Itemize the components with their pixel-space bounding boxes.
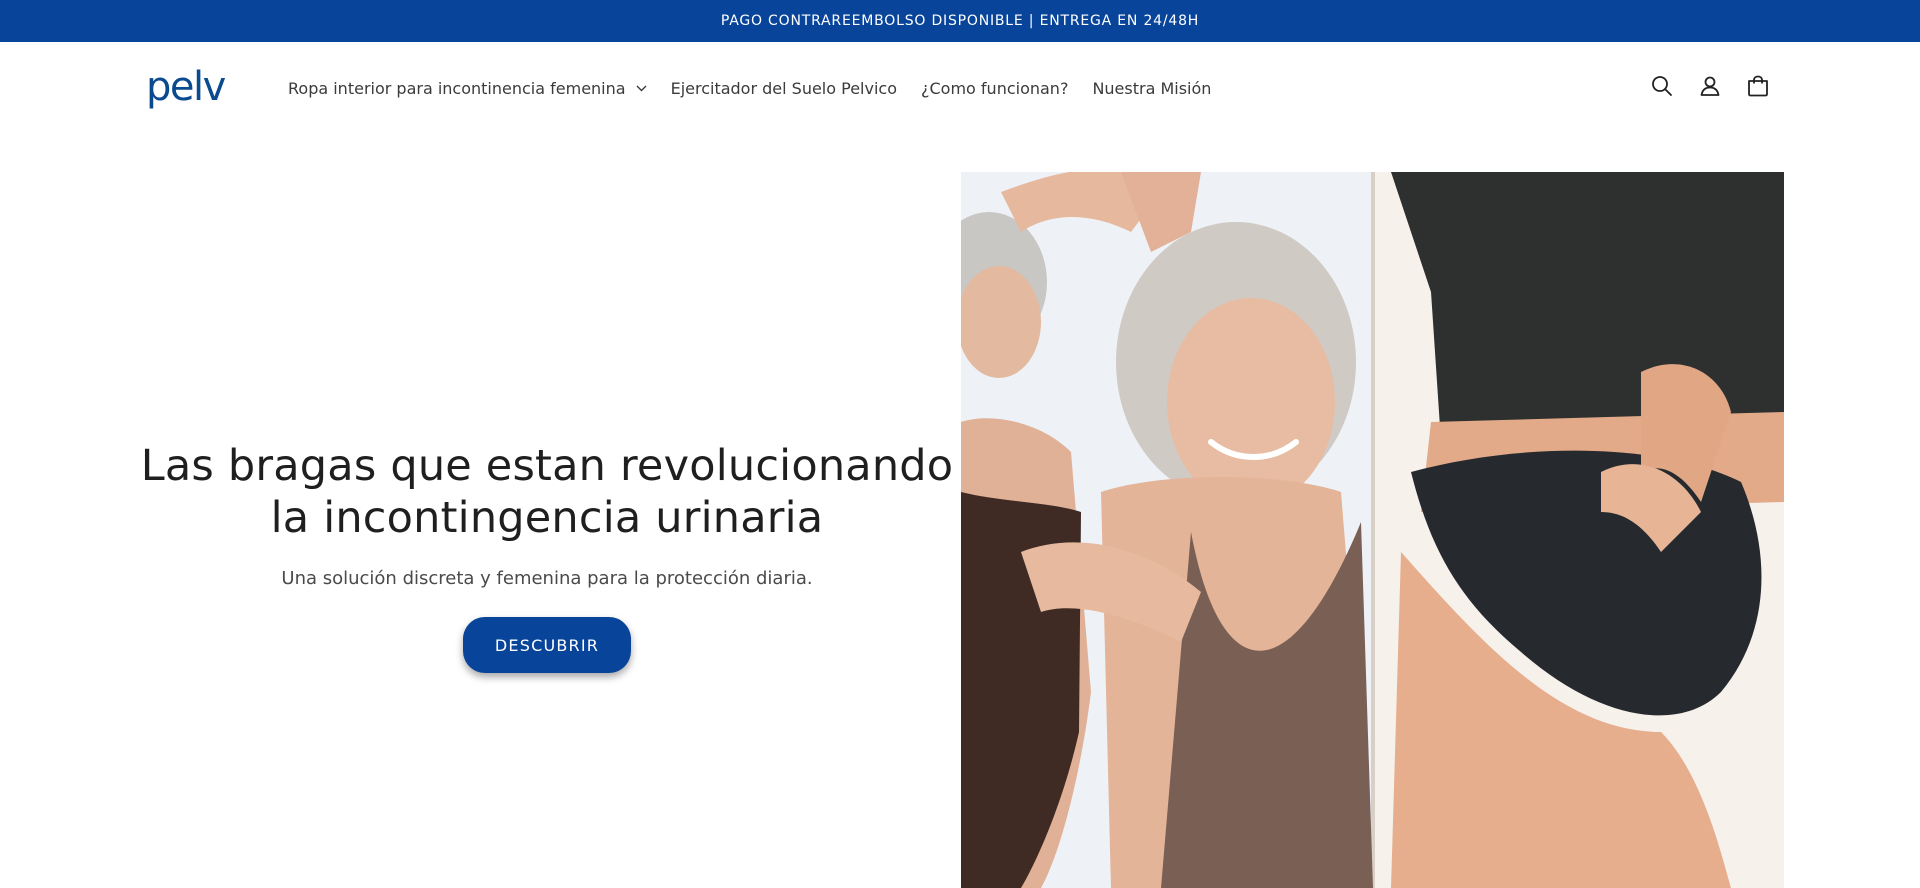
main-nav: Ropa interior para incontinencia femenin…: [288, 42, 1211, 134]
cart-icon: [1746, 74, 1770, 103]
nav-item-label: Ropa interior para incontinencia femenin…: [288, 78, 626, 98]
hero-content: Las bragas que estan revolucionando la i…: [140, 440, 954, 673]
search-button[interactable]: [1640, 66, 1684, 110]
header-icons: [1640, 42, 1780, 134]
nav-item-label: Ejercitador del Suelo Pelvico: [670, 78, 897, 98]
nav-item-como-funcionan[interactable]: ¿Como funcionan?: [921, 79, 1068, 98]
account-button[interactable]: [1688, 66, 1732, 110]
hero-title-line-2: la incontingencia urinaria: [270, 493, 824, 543]
nav-item-ejercitador[interactable]: Ejercitador del Suelo Pelvico: [671, 79, 897, 98]
announcement-text: PAGO CONTRAREEMBOLSO DISPONIBLE | ENTREG…: [720, 13, 1200, 29]
announcement-bar: PAGO CONTRAREEMBOLSO DISPONIBLE | ENTREG…: [0, 0, 1920, 42]
discover-button[interactable]: DESCUBRIR: [463, 617, 631, 673]
hero-image: [961, 172, 1784, 888]
logo-link[interactable]: pelv: [146, 64, 238, 110]
nav-item-nuestra-mision[interactable]: Nuestra Misión: [1092, 79, 1211, 98]
logo: pelv: [146, 64, 226, 110]
search-icon: [1650, 74, 1674, 103]
nav-item-ropa-interior[interactable]: Ropa interior para incontinencia femenin…: [288, 79, 647, 98]
cart-button[interactable]: [1736, 66, 1780, 110]
nav-item-label: Nuestra Misión: [1092, 78, 1212, 98]
hero-subtitle: Una solución discreta y femenina para la…: [281, 568, 813, 589]
site-header: pelv Ropa interior para incontinencia fe…: [0, 42, 1920, 134]
hero-title: Las bragas que estan revolucionando la i…: [140, 440, 954, 544]
hero-title-line-1: Las bragas que estan revolucionando: [140, 441, 954, 491]
chevron-down-icon: [636, 85, 647, 92]
account-icon: [1698, 74, 1722, 103]
nav-item-label: ¿Como funcionan?: [921, 78, 1069, 98]
